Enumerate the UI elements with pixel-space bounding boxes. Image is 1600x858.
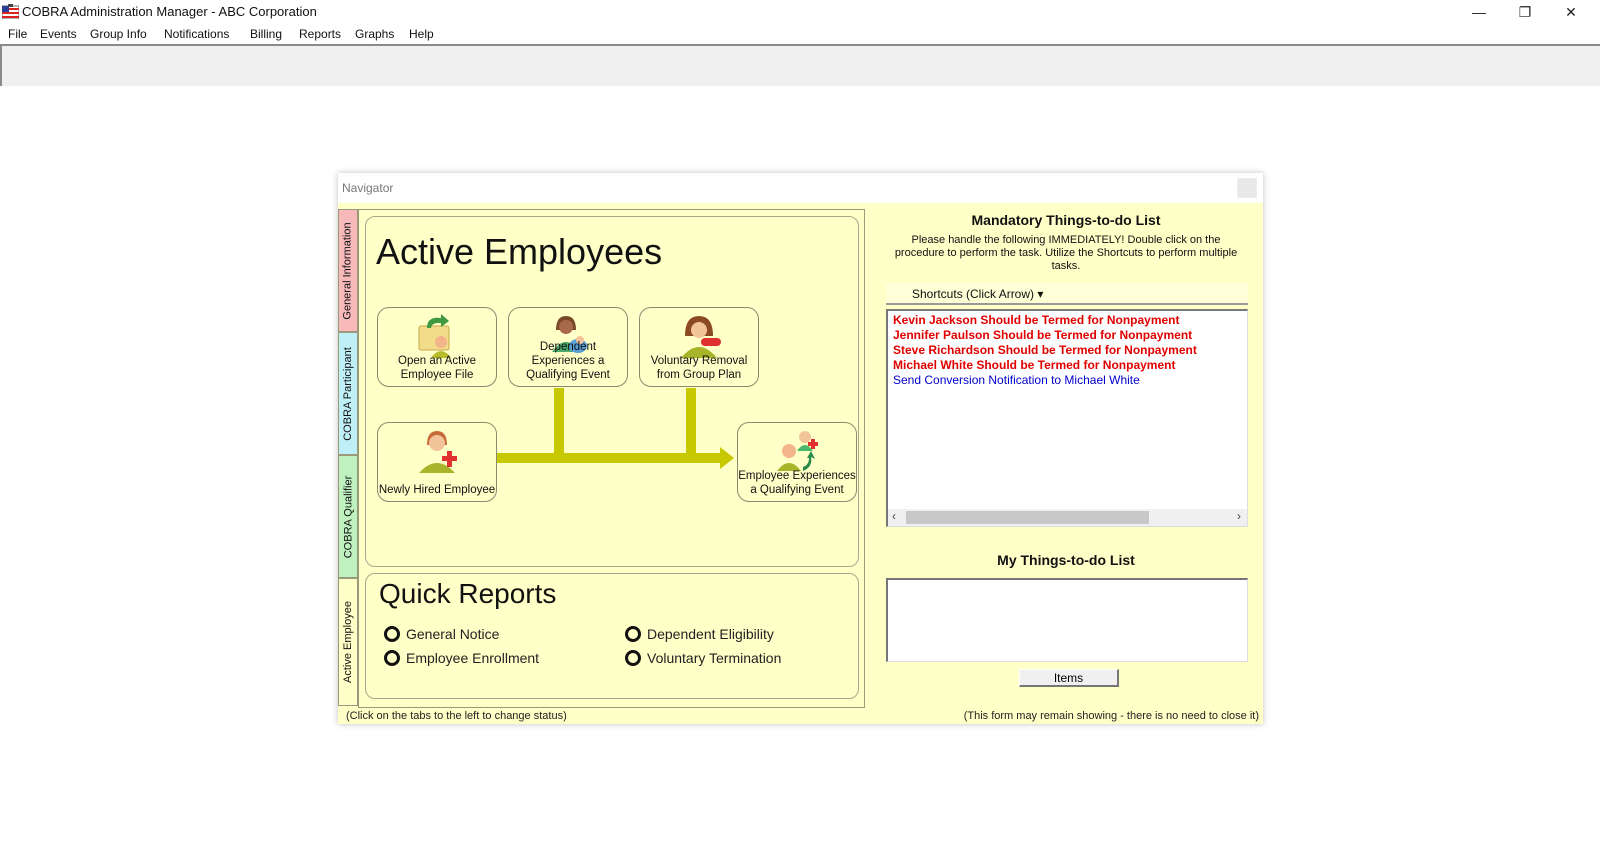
tab-label: General Information bbox=[342, 221, 354, 320]
tile-employee-qualifying-event[interactable]: Employee Experiences a Qualifying Event bbox=[737, 422, 857, 502]
section-title: Active Employees bbox=[376, 231, 663, 272]
radio-label: Employee Enrollment bbox=[406, 650, 540, 666]
tile-label: Voluntary Removal from Group Plan bbox=[650, 355, 748, 381]
radio-circle-icon bbox=[625, 626, 641, 642]
horizontal-scrollbar[interactable]: ‹ › bbox=[888, 509, 1247, 526]
my-list-title: My Things-to-do List bbox=[997, 552, 1135, 568]
minimize-button[interactable]: — bbox=[1456, 0, 1502, 24]
left-panel: Active Employees Open an Active Employee… bbox=[358, 209, 865, 708]
radio-circle-icon bbox=[384, 650, 400, 666]
add-user-icon bbox=[419, 431, 457, 473]
my-todo-list[interactable] bbox=[886, 578, 1248, 662]
radio-voluntary-termination[interactable]: Voluntary Termination bbox=[625, 650, 781, 666]
tab-cobra-participant[interactable]: COBRA Participant bbox=[338, 332, 358, 455]
footer-hint-left: (Click on the tabs to the left to change… bbox=[346, 710, 567, 722]
tile-voluntary-removal[interactable]: Voluntary Removal from Group Plan bbox=[639, 307, 759, 387]
flow-arrow-icon bbox=[720, 447, 734, 469]
menu-notifications[interactable]: Notifications bbox=[164, 27, 229, 41]
radio-circle-icon bbox=[625, 650, 641, 666]
todo-item[interactable]: Kevin Jackson Should be Termed for Nonpa… bbox=[893, 313, 1242, 328]
radio-label: Dependent Eligibility bbox=[647, 626, 774, 642]
menu-group-info[interactable]: Group Info bbox=[90, 27, 147, 41]
tab-general-information[interactable]: General Information bbox=[338, 209, 358, 332]
tile-label: Open an Active Employee File bbox=[398, 355, 476, 381]
menu-bar: File Events Group Info Notifications Bil… bbox=[0, 24, 1600, 44]
todo-item[interactable]: Michael White Should be Termed for Nonpa… bbox=[893, 358, 1242, 373]
mandatory-list-title: Mandatory Things-to-do List bbox=[971, 212, 1161, 228]
status-tabs: General Information COBRA Participant CO… bbox=[338, 209, 358, 706]
restore-icon: ❐ bbox=[1518, 3, 1532, 20]
mandatory-list-description: Please handle the following IMMEDIATELY!… bbox=[894, 234, 1238, 272]
close-icon: ✕ bbox=[1565, 3, 1577, 20]
user-transfer-icon bbox=[777, 431, 818, 471]
tile-newly-hired[interactable]: Newly Hired Employee bbox=[377, 422, 497, 502]
navigator-close-button[interactable] bbox=[1237, 178, 1257, 198]
menu-events[interactable]: Events bbox=[40, 27, 77, 41]
mandatory-todo-list[interactable]: Kevin Jackson Should be Termed for Nonpa… bbox=[886, 309, 1248, 527]
open-file-icon bbox=[418, 314, 451, 358]
radio-circle-icon bbox=[384, 626, 400, 642]
tab-label: Active Employee bbox=[342, 601, 354, 683]
tab-active-employee[interactable]: Active Employee bbox=[338, 578, 358, 706]
radio-label: Voluntary Termination bbox=[647, 650, 782, 666]
footer-hint-right: (This form may remain showing - there is… bbox=[963, 710, 1259, 722]
navigator-title-bar: Navigator bbox=[338, 173, 1263, 203]
radio-dependent-eligibility[interactable]: Dependent Eligibility bbox=[625, 626, 774, 642]
tile-label: Employee Experiences a Qualifying Event bbox=[738, 470, 856, 496]
tile-label: Dependent Experiences a Qualifying Event bbox=[526, 341, 610, 381]
flow-line-voluntary bbox=[686, 388, 696, 455]
minimize-icon: — bbox=[1472, 4, 1486, 20]
window-title: COBRA Administration Manager - ABC Corpo… bbox=[22, 4, 317, 19]
todo-item[interactable]: Jennifer Paulson Should be Termed for No… bbox=[893, 328, 1242, 343]
quick-reports-box: Quick Reports General Notice Employee En… bbox=[365, 573, 859, 699]
navigator-title: Navigator bbox=[342, 181, 394, 195]
radio-employee-enrollment[interactable]: Employee Enrollment bbox=[384, 650, 539, 666]
items-button[interactable]: Items bbox=[1019, 669, 1119, 687]
flow-line-main bbox=[497, 453, 722, 463]
todo-item[interactable]: Steve Richardson Should be Termed for No… bbox=[893, 343, 1242, 358]
scroll-right-icon[interactable]: › bbox=[1237, 509, 1241, 523]
flow-line-dependent bbox=[554, 388, 564, 455]
tab-label: COBRA Participant bbox=[342, 346, 355, 441]
tab-cobra-qualifier[interactable]: COBRA Qualifier bbox=[338, 455, 358, 578]
shortcuts-dropdown[interactable]: Shortcuts (Click Arrow) ▾ bbox=[886, 283, 1248, 305]
close-button[interactable]: ✕ bbox=[1548, 0, 1594, 24]
remove-user-icon bbox=[681, 316, 721, 358]
navigator-window: Navigator General Information COBRA Part… bbox=[338, 173, 1263, 724]
menu-reports[interactable]: Reports bbox=[299, 27, 341, 41]
menu-help[interactable]: Help bbox=[409, 27, 434, 41]
tile-open-employee-file[interactable]: Open an Active Employee File bbox=[377, 307, 497, 387]
toolbar-area bbox=[0, 44, 1600, 86]
tile-dependent-qualifying-event[interactable]: Dependent Experiences a Qualifying Event bbox=[508, 307, 628, 387]
quick-reports-title: Quick Reports bbox=[379, 578, 557, 609]
menu-file[interactable]: File bbox=[8, 27, 27, 41]
scrollbar-thumb[interactable] bbox=[906, 511, 1149, 524]
radio-label: General Notice bbox=[406, 626, 500, 642]
radio-general-notice[interactable]: General Notice bbox=[384, 626, 499, 642]
title-bar: COBRA Administration Manager - ABC Corpo… bbox=[0, 0, 1600, 24]
active-employees-box: Active Employees Open an Active Employee… bbox=[365, 216, 859, 567]
scroll-left-icon[interactable]: ‹ bbox=[892, 509, 896, 523]
menu-billing[interactable]: Billing bbox=[250, 27, 282, 41]
tile-label: Newly Hired Employee bbox=[378, 484, 496, 496]
restore-button[interactable]: ❐ bbox=[1502, 0, 1548, 24]
todo-item[interactable]: Send Conversion Notification to Michael … bbox=[893, 373, 1242, 388]
app-flag-icon bbox=[2, 4, 19, 19]
tab-label: COBRA Qualifier bbox=[342, 475, 354, 558]
menu-graphs[interactable]: Graphs bbox=[355, 27, 394, 41]
